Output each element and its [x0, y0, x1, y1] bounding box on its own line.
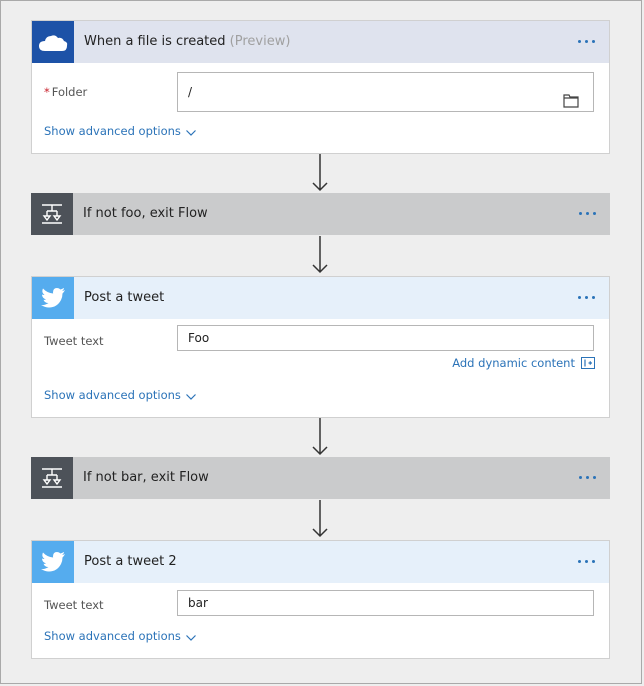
- chevron-down-icon: [185, 630, 196, 644]
- condition1-more-options-button[interactable]: [576, 206, 598, 220]
- trigger-title-suffix: (Preview): [229, 34, 291, 49]
- required-marker: *: [44, 85, 50, 99]
- twitter-bird-icon: [32, 277, 74, 319]
- condition2-bar[interactable]: If not bar, exit Flow: [31, 457, 610, 499]
- condition1-bar[interactable]: If not foo, exit Flow: [31, 193, 610, 235]
- tweet1-show-advanced-options[interactable]: Show advanced options: [44, 388, 196, 403]
- folder-label: * Folder: [44, 85, 88, 99]
- tweet1-more-options-button[interactable]: [575, 290, 597, 304]
- tweet1-text-input[interactable]: Foo: [177, 325, 594, 351]
- chevron-down-icon: [185, 389, 196, 403]
- trigger-show-advanced-options[interactable]: Show advanced options: [44, 124, 196, 139]
- add-dynamic-content-button[interactable]: Add dynamic content: [452, 356, 595, 370]
- flow-arrow-icon: [310, 500, 330, 538]
- condition1-title: If not foo, exit Flow: [83, 206, 208, 221]
- tweet2-title: Post a tweet 2: [84, 554, 177, 569]
- flow-arrow-icon: [310, 236, 330, 274]
- chevron-down-icon: [185, 125, 196, 139]
- trigger-more-options-button[interactable]: [575, 34, 597, 48]
- condition2-more-options-button[interactable]: [576, 470, 598, 484]
- twitter-bird-icon: [32, 541, 74, 583]
- tweet1-title: Post a tweet: [84, 290, 165, 305]
- tweet1-text-value: Foo: [188, 331, 210, 345]
- tweet1-card-header[interactable]: Post a tweet: [32, 277, 609, 319]
- condition-icon: [31, 193, 73, 235]
- onedrive-cloud-icon: [32, 21, 74, 63]
- tweet2-card: Post a tweet 2 Tweet text bar Show advan…: [31, 540, 610, 659]
- condition2-title: If not bar, exit Flow: [83, 470, 209, 485]
- flow-arrow-icon: [310, 418, 330, 456]
- tweet2-card-header[interactable]: Post a tweet 2: [32, 541, 609, 583]
- tweet2-field-label: Tweet text: [44, 598, 104, 612]
- tweet2-show-advanced-options[interactable]: Show advanced options: [44, 629, 196, 644]
- folder-input-value: /: [188, 85, 193, 99]
- condition-icon: [31, 457, 73, 499]
- dynamic-content-icon: [581, 357, 595, 369]
- flow-arrow-icon: [310, 154, 330, 192]
- folder-browse-icon[interactable]: [563, 85, 579, 108]
- trigger-card-header[interactable]: When a file is created (Preview): [32, 21, 609, 63]
- folder-input[interactable]: /: [177, 72, 594, 112]
- tweet2-more-options-button[interactable]: [575, 554, 597, 568]
- tweet1-card: Post a tweet Tweet text Foo Add dynamic …: [31, 276, 610, 418]
- tweet1-field-label: Tweet text: [44, 334, 104, 348]
- trigger-card: When a file is created (Preview) * Folder…: [31, 20, 610, 154]
- tweet2-text-value: bar: [188, 596, 208, 610]
- tweet2-text-input[interactable]: bar: [177, 590, 594, 616]
- trigger-title: When a file is created (Preview): [84, 34, 291, 49]
